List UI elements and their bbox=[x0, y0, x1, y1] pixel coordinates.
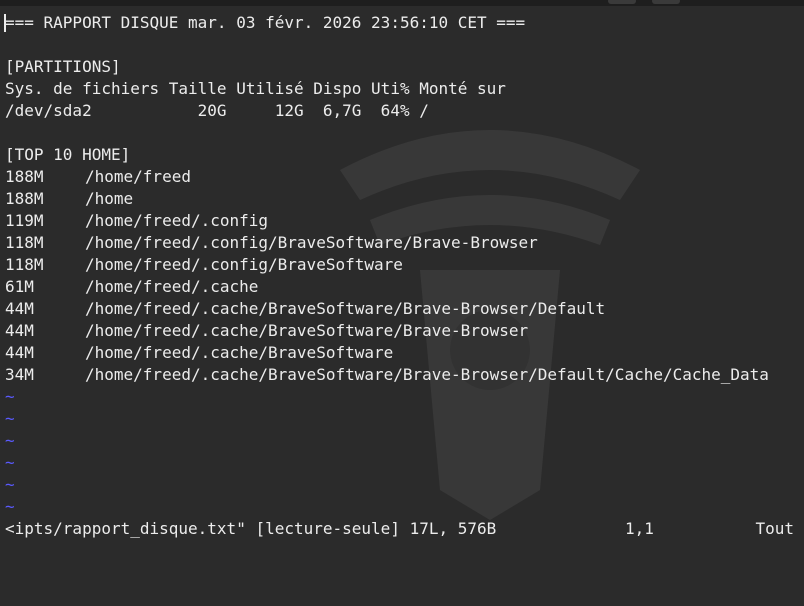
entry-size: 118M bbox=[5, 255, 44, 274]
entry-size: 44M bbox=[5, 343, 34, 362]
entry-path: /home/freed/.cache/BraveSoftware/Brave-B… bbox=[85, 321, 529, 340]
top10-entry: 34M/home/freed/.cache/BraveSoftware/Brav… bbox=[5, 364, 804, 386]
partitions-row: /dev/sda2 20G 12G 6,7G 64% / bbox=[5, 101, 429, 120]
entry-size: 44M bbox=[5, 321, 34, 340]
entry-path: /home/freed/.cache/BraveSoftware/Brave-B… bbox=[85, 299, 606, 318]
status-file-info: <ipts/rapport_disque.txt" [lecture-seule… bbox=[5, 519, 497, 538]
top10-entry: 44M/home/freed/.cache/BraveSoftware/Brav… bbox=[5, 298, 804, 320]
titlebar-button[interactable] bbox=[608, 0, 636, 4]
top10-entry: 118M/home/freed/.config/BraveSoftware/Br… bbox=[5, 232, 804, 254]
entry-size: 44M bbox=[5, 299, 34, 318]
empty-line-marker: ~ bbox=[5, 387, 15, 406]
entry-path: /home/freed bbox=[85, 167, 191, 186]
top10-entry: 188M/home bbox=[5, 188, 804, 210]
top10-entry: 119M/home/freed/.config bbox=[5, 210, 804, 232]
empty-line-marker: ~ bbox=[5, 497, 15, 516]
entry-size: 61M bbox=[5, 277, 34, 296]
top10-entry: 44M/home/freed/.cache/BraveSoftware bbox=[5, 342, 804, 364]
partitions-columns: Sys. de fichiers Taille Utilisé Dispo Ut… bbox=[5, 79, 506, 98]
vim-status-line: <ipts/rapport_disque.txt" [lecture-seule… bbox=[5, 518, 798, 540]
empty-line-marker: ~ bbox=[5, 453, 15, 472]
entry-path: /home/freed/.cache/BraveSoftware/Brave-B… bbox=[85, 365, 769, 384]
status-view-extent: Tout bbox=[755, 519, 794, 538]
status-cursor-position: 1,1 bbox=[625, 519, 654, 538]
entry-path: /home bbox=[85, 189, 134, 208]
top10-entry: 188M/home/freed bbox=[5, 166, 804, 188]
top10-title: [TOP 10 HOME] bbox=[5, 145, 131, 164]
entry-path: /home/freed/.config/BraveSoftware/Brave-… bbox=[85, 233, 538, 252]
top10-entry: 61M/home/freed/.cache bbox=[5, 276, 804, 298]
entry-size: 188M bbox=[5, 167, 44, 186]
top10-entry: 44M/home/freed/.cache/BraveSoftware/Brav… bbox=[5, 320, 804, 342]
entry-size: 188M bbox=[5, 189, 44, 208]
window-titlebar bbox=[0, 0, 804, 6]
report-header: === RAPPORT DISQUE mar. 03 févr. 2026 23… bbox=[5, 13, 526, 32]
empty-line-marker: ~ bbox=[5, 409, 15, 428]
entry-path: /home/freed/.config bbox=[85, 211, 269, 230]
entry-size: 119M bbox=[5, 211, 44, 230]
top10-entry: 118M/home/freed/.config/BraveSoftware bbox=[5, 254, 804, 276]
entry-size: 34M bbox=[5, 365, 34, 384]
vim-buffer[interactable]: === RAPPORT DISQUE mar. 03 févr. 2026 23… bbox=[5, 12, 804, 518]
entry-path: /home/freed/.config/BraveSoftware bbox=[85, 255, 403, 274]
entry-path: /home/freed/.cache/BraveSoftware bbox=[85, 343, 394, 362]
empty-line-marker: ~ bbox=[5, 431, 15, 450]
entry-size: 118M bbox=[5, 233, 44, 252]
entry-path: /home/freed/.cache bbox=[85, 277, 259, 296]
partitions-title: [PARTITIONS] bbox=[5, 57, 121, 76]
empty-line-marker: ~ bbox=[5, 475, 15, 494]
titlebar-button[interactable] bbox=[652, 0, 680, 4]
